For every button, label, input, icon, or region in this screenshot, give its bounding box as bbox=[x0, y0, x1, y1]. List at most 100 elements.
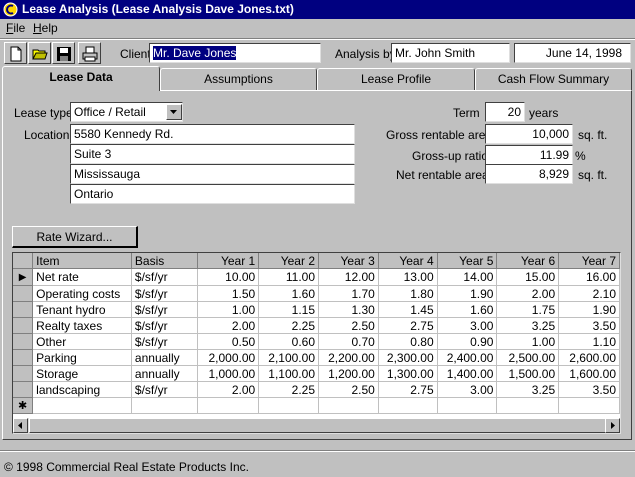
year-value-cell[interactable]: 1.45 bbox=[378, 301, 438, 318]
year-value-cell[interactable]: 1,000.00 bbox=[197, 365, 260, 382]
year-value-cell[interactable]: 2,000.00 bbox=[197, 349, 260, 366]
new-button[interactable] bbox=[4, 42, 27, 64]
location-line-3[interactable]: Mississauga bbox=[70, 164, 355, 184]
menu-help[interactable]: Help bbox=[33, 21, 58, 35]
net-area-field[interactable]: 8,929 bbox=[485, 164, 573, 184]
location-line-4[interactable]: Ontario bbox=[70, 184, 355, 204]
year-value-cell[interactable]: 1,600.00 bbox=[558, 365, 620, 382]
client-field[interactable]: Mr. Dave Jones bbox=[149, 43, 321, 63]
year-value-cell[interactable]: 1,200.00 bbox=[318, 365, 379, 382]
column-header[interactable]: Year 5 bbox=[437, 253, 498, 269]
year-value-cell[interactable]: 2.00 bbox=[197, 317, 260, 334]
year-value-cell[interactable]: 2.50 bbox=[318, 317, 379, 334]
basis-cell[interactable]: annually bbox=[131, 349, 199, 366]
table-row[interactable]: Realty taxes $/sf/yr 2.00 2.25 2.50 2.75 3.00 3… bbox=[13, 317, 620, 334]
item-cell[interactable]: Tenant hydro bbox=[32, 301, 132, 318]
rate-grid[interactable]: Item Basis Year 1 Year 2 Year 3 Year 4 Y… bbox=[12, 252, 621, 434]
row-selector[interactable]: ▶ bbox=[13, 268, 34, 286]
empty-cell[interactable] bbox=[131, 397, 199, 414]
row-selector[interactable] bbox=[13, 349, 34, 366]
scroll-right-button[interactable] bbox=[605, 418, 620, 433]
year-value-cell[interactable]: 15.00 bbox=[496, 268, 560, 286]
row-selector[interactable] bbox=[13, 301, 34, 318]
gross-area-field[interactable]: 10,000 bbox=[485, 124, 573, 144]
year-value-cell[interactable]: 1,100.00 bbox=[258, 365, 319, 382]
basis-cell[interactable]: $/sf/yr bbox=[131, 317, 199, 334]
row-selector[interactable] bbox=[13, 285, 34, 302]
basis-cell[interactable]: $/sf/yr bbox=[131, 285, 199, 302]
year-value-cell[interactable]: 3.25 bbox=[496, 381, 560, 398]
table-row[interactable]: Other $/sf/yr 0.50 0.60 0.70 0.80 0.90 1.00 1.10 bbox=[13, 333, 620, 350]
year-value-cell[interactable]: 2,200.00 bbox=[318, 349, 379, 366]
item-cell[interactable]: Parking bbox=[32, 349, 132, 366]
analysis-by-field[interactable]: Mr. John Smith bbox=[391, 43, 510, 63]
empty-cell[interactable] bbox=[378, 397, 438, 414]
year-value-cell[interactable]: 14.00 bbox=[437, 268, 498, 286]
column-header[interactable]: Year 4 bbox=[378, 253, 438, 269]
item-cell[interactable]: Operating costs bbox=[32, 285, 132, 302]
column-header[interactable]: Item bbox=[32, 253, 132, 269]
year-value-cell[interactable]: 2.75 bbox=[378, 317, 438, 334]
year-value-cell[interactable]: 0.50 bbox=[197, 333, 260, 350]
year-value-cell[interactable]: 1,500.00 bbox=[496, 365, 560, 382]
item-cell[interactable]: Net rate bbox=[32, 268, 132, 286]
row-selector[interactable] bbox=[13, 333, 34, 350]
table-row[interactable]: Storage annually 1,000.00 1,100.00 1,200.00 1… bbox=[13, 365, 620, 382]
year-value-cell[interactable]: 2.75 bbox=[378, 381, 438, 398]
year-value-cell[interactable]: 1.80 bbox=[378, 285, 438, 302]
year-value-cell[interactable]: 3.25 bbox=[496, 317, 560, 334]
term-field[interactable]: 20 bbox=[485, 102, 525, 122]
table-row[interactable]: Tenant hydro $/sf/yr 1.00 1.15 1.30 1.45 1.60 1… bbox=[13, 301, 620, 318]
year-value-cell[interactable]: 1.10 bbox=[558, 333, 620, 350]
basis-cell[interactable]: $/sf/yr bbox=[131, 301, 199, 318]
scroll-left-button[interactable] bbox=[13, 418, 28, 433]
column-header[interactable]: Basis bbox=[131, 253, 199, 269]
tab-cash-flow-summary[interactable]: Cash Flow Summary bbox=[475, 68, 632, 90]
year-value-cell[interactable]: 12.00 bbox=[318, 268, 379, 286]
year-value-cell[interactable]: 3.00 bbox=[437, 381, 498, 398]
empty-cell[interactable] bbox=[437, 397, 498, 414]
row-selector[interactable]: ✱ bbox=[13, 397, 34, 414]
year-value-cell[interactable]: 16.00 bbox=[558, 268, 620, 286]
year-value-cell[interactable]: 1,400.00 bbox=[437, 365, 498, 382]
location-line-1[interactable]: 5580 Kennedy Rd. bbox=[70, 124, 355, 144]
year-value-cell[interactable]: 1.60 bbox=[437, 301, 498, 318]
year-value-cell[interactable]: 2.00 bbox=[496, 285, 560, 302]
menu-file[interactable]: File bbox=[6, 21, 25, 35]
year-value-cell[interactable]: 2,100.00 bbox=[258, 349, 319, 366]
year-value-cell[interactable]: 0.60 bbox=[258, 333, 319, 350]
year-value-cell[interactable]: 10.00 bbox=[197, 268, 260, 286]
save-button[interactable] bbox=[52, 42, 75, 64]
row-selector[interactable] bbox=[13, 381, 34, 398]
column-header[interactable]: Year 1 bbox=[197, 253, 260, 269]
table-row[interactable]: Operating costs $/sf/yr 1.50 1.60 1.70 1.80 1.… bbox=[13, 285, 620, 302]
empty-cell[interactable] bbox=[558, 397, 620, 414]
year-value-cell[interactable]: 1.90 bbox=[437, 285, 498, 302]
empty-cell[interactable] bbox=[496, 397, 560, 414]
horizontal-scrollbar[interactable] bbox=[13, 418, 620, 433]
year-value-cell[interactable]: 1.75 bbox=[496, 301, 560, 318]
row-selector[interactable] bbox=[13, 365, 34, 382]
year-value-cell[interactable]: 2.10 bbox=[558, 285, 620, 302]
tab-assumptions[interactable]: Assumptions bbox=[160, 68, 317, 90]
location-line-2[interactable]: Suite 3 bbox=[70, 144, 355, 164]
column-header[interactable]: Year 6 bbox=[496, 253, 560, 269]
tab-lease-profile[interactable]: Lease Profile bbox=[317, 68, 475, 90]
item-cell[interactable]: landscaping bbox=[32, 381, 132, 398]
year-value-cell[interactable]: 1.00 bbox=[496, 333, 560, 350]
empty-cell[interactable] bbox=[197, 397, 260, 414]
year-value-cell[interactable]: 2,600.00 bbox=[558, 349, 620, 366]
year-value-cell[interactable]: 1.30 bbox=[318, 301, 379, 318]
empty-cell[interactable] bbox=[258, 397, 319, 414]
year-value-cell[interactable]: 1.70 bbox=[318, 285, 379, 302]
year-value-cell[interactable]: 11.00 bbox=[258, 268, 319, 286]
year-value-cell[interactable]: 2.00 bbox=[197, 381, 260, 398]
lease-type-dropdown-button[interactable] bbox=[166, 104, 182, 120]
year-value-cell[interactable]: 1.00 bbox=[197, 301, 260, 318]
table-row[interactable]: landscaping $/sf/yr 2.00 2.25 2.50 2.75 3.00 3.… bbox=[13, 381, 620, 398]
scroll-thumb[interactable] bbox=[29, 418, 611, 433]
year-value-cell[interactable]: 2,400.00 bbox=[437, 349, 498, 366]
column-header[interactable]: Year 2 bbox=[258, 253, 319, 269]
empty-cell[interactable] bbox=[32, 397, 132, 414]
table-row[interactable]: Parking annually 2,000.00 2,100.00 2,200.00 2… bbox=[13, 349, 620, 366]
